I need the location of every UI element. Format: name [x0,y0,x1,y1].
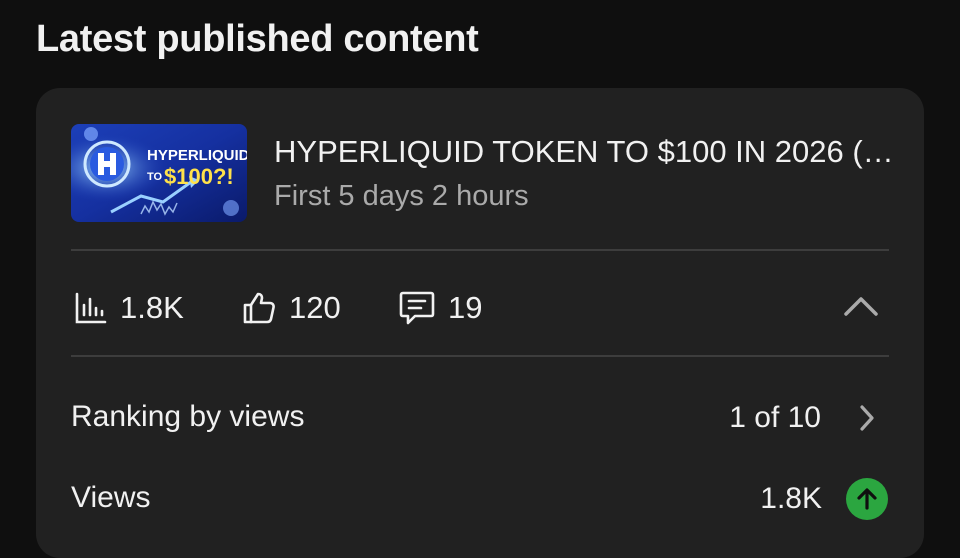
views-metric-value: 1.8K [760,482,822,515]
views-metric-row: Views 1.8K [71,469,889,529]
comment-icon [398,290,436,326]
likes-stat: 120 [241,278,341,338]
ranking-label: Ranking by views [71,400,305,433]
thumbnail-price-text: $100?! [164,164,234,189]
comments-count: 19 [448,290,483,325]
views-stat: 1.8K [74,278,184,338]
latest-content-card: HYPERLIQUID TO $100?! HYPERLIQUID TOKEN … [36,88,924,558]
divider [71,249,889,251]
arrow-up-icon [846,478,888,520]
comments-stat: 19 [398,278,482,338]
collapse-button[interactable] [839,286,883,330]
thumbs-up-icon [241,290,277,326]
views-count: 1.8K [120,290,184,325]
thumbnail-brand-text: HYPERLIQUID [147,147,247,164]
thumbnail-to-text: TO [147,171,163,183]
bar-chart-icon [74,291,108,325]
chevron-right-icon[interactable] [845,396,889,440]
video-row[interactable]: HYPERLIQUID TO $100?! HYPERLIQUID TOKEN … [71,124,894,224]
video-title[interactable]: HYPERLIQUID TOKEN TO $100 IN 2026 (… [274,134,894,170]
likes-count: 120 [289,290,341,325]
chevron-up-icon [843,295,879,322]
video-age: First 5 days 2 hours [274,180,529,212]
video-thumbnail[interactable]: HYPERLIQUID TO $100?! [71,124,247,222]
views-metric-label: Views [71,481,151,514]
stats-row: 1.8K 120 19 [71,278,889,338]
ranking-value: 1 of 10 [729,401,821,434]
section-title: Latest published content [36,18,479,60]
ranking-row[interactable]: Ranking by views 1 of 10 [71,388,889,448]
divider [71,355,889,357]
